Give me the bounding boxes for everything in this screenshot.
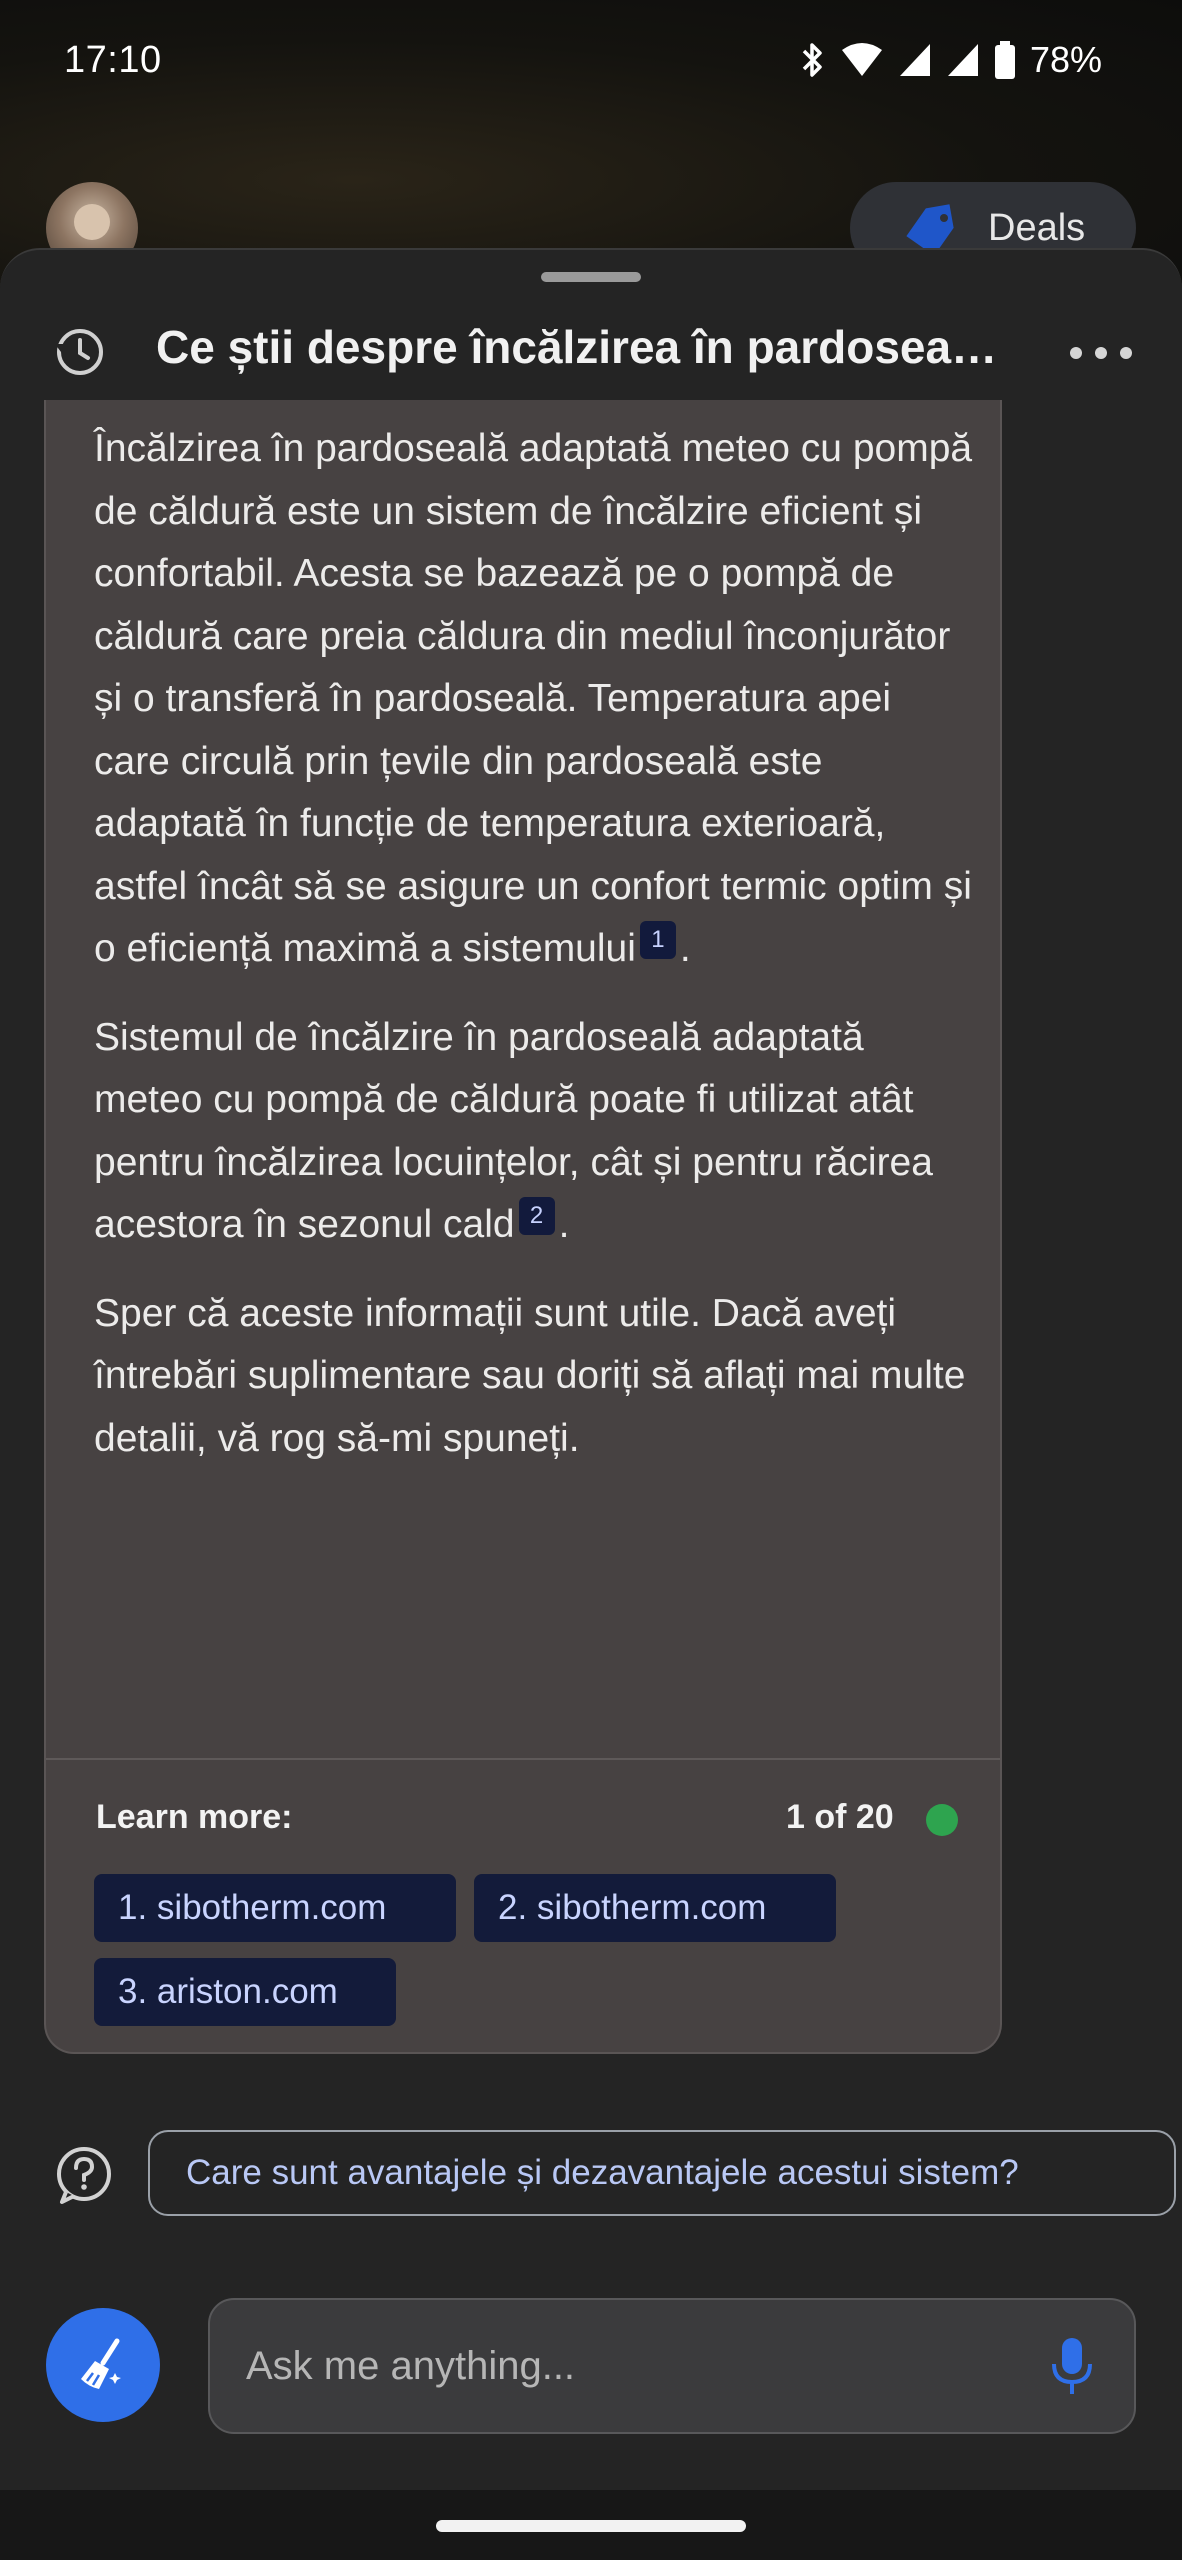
broom-icon bbox=[81, 2338, 121, 2389]
paragraph-end: . bbox=[558, 1203, 570, 1246]
response-counter: 1 of 20 bbox=[786, 1798, 894, 1836]
dot bbox=[1070, 347, 1082, 359]
citation-badge[interactable]: 2 bbox=[518, 1197, 555, 1235]
divider bbox=[46, 1758, 1000, 1760]
response-text: Încălzirea în pardoseală adaptată meteo … bbox=[94, 418, 974, 1496]
dot bbox=[1120, 347, 1132, 359]
status-time: 17:10 bbox=[64, 38, 162, 81]
bluetooth-icon bbox=[802, 43, 822, 77]
battery-icon bbox=[994, 41, 1015, 79]
response-paragraph: Încălzirea în pardoseală adaptată meteo … bbox=[94, 418, 974, 981]
new-topic-button[interactable] bbox=[46, 2308, 160, 2422]
paragraph-text: Încălzirea în pardoseală adaptată meteo … bbox=[94, 427, 973, 970]
chat-input[interactable] bbox=[246, 2300, 1026, 2432]
tag-icon bbox=[906, 204, 954, 254]
source-link[interactable]: 1. sibotherm.com bbox=[94, 1874, 456, 1942]
suggested-question-button[interactable]: Care sunt avantajele și dezavantajele ac… bbox=[148, 2130, 1176, 2216]
response-paragraph: Sper că aceste informații sunt utile. Da… bbox=[94, 1283, 974, 1471]
deals-label: Deals bbox=[988, 206, 1086, 249]
history-icon[interactable] bbox=[52, 324, 108, 380]
more-options-icon[interactable] bbox=[1070, 328, 1132, 378]
drag-handle[interactable] bbox=[541, 272, 641, 282]
status-indicator bbox=[926, 1804, 958, 1836]
paragraph-text: Sistemul de încălzire în pardoseală adap… bbox=[94, 1015, 933, 1247]
help-icon bbox=[57, 2147, 111, 2204]
signal-icon bbox=[899, 44, 930, 76]
home-gesture-bar[interactable] bbox=[436, 2520, 746, 2532]
paragraph-end: . bbox=[679, 927, 691, 970]
microphone-icon[interactable] bbox=[1042, 2334, 1102, 2398]
status-bar: 17:10 78% bbox=[0, 0, 1182, 120]
learn-more-label: Learn more: bbox=[96, 1798, 293, 1836]
paragraph-text: Sper că aceste informații sunt utile. Da… bbox=[94, 1291, 966, 1460]
battery-percentage: 78% bbox=[1029, 39, 1102, 80]
response-paragraph: Sistemul de încălzire în pardoseală adap… bbox=[94, 1007, 974, 1257]
dot bbox=[1095, 347, 1107, 359]
chat-input-box[interactable] bbox=[208, 2298, 1136, 2434]
page-title: Ce știi despre încălzirea în pardosea… bbox=[156, 321, 998, 373]
source-link[interactable]: 3. ariston.com bbox=[94, 1958, 396, 2026]
status-icons: 78% bbox=[800, 39, 1102, 81]
citation-badge[interactable]: 1 bbox=[639, 921, 676, 959]
signal-icon bbox=[947, 44, 978, 76]
wifi-icon bbox=[841, 43, 882, 76]
response-card: Încălzirea în pardoseală adaptată meteo … bbox=[44, 400, 1002, 2054]
source-link[interactable]: 2. sibotherm.com bbox=[474, 1874, 836, 1942]
